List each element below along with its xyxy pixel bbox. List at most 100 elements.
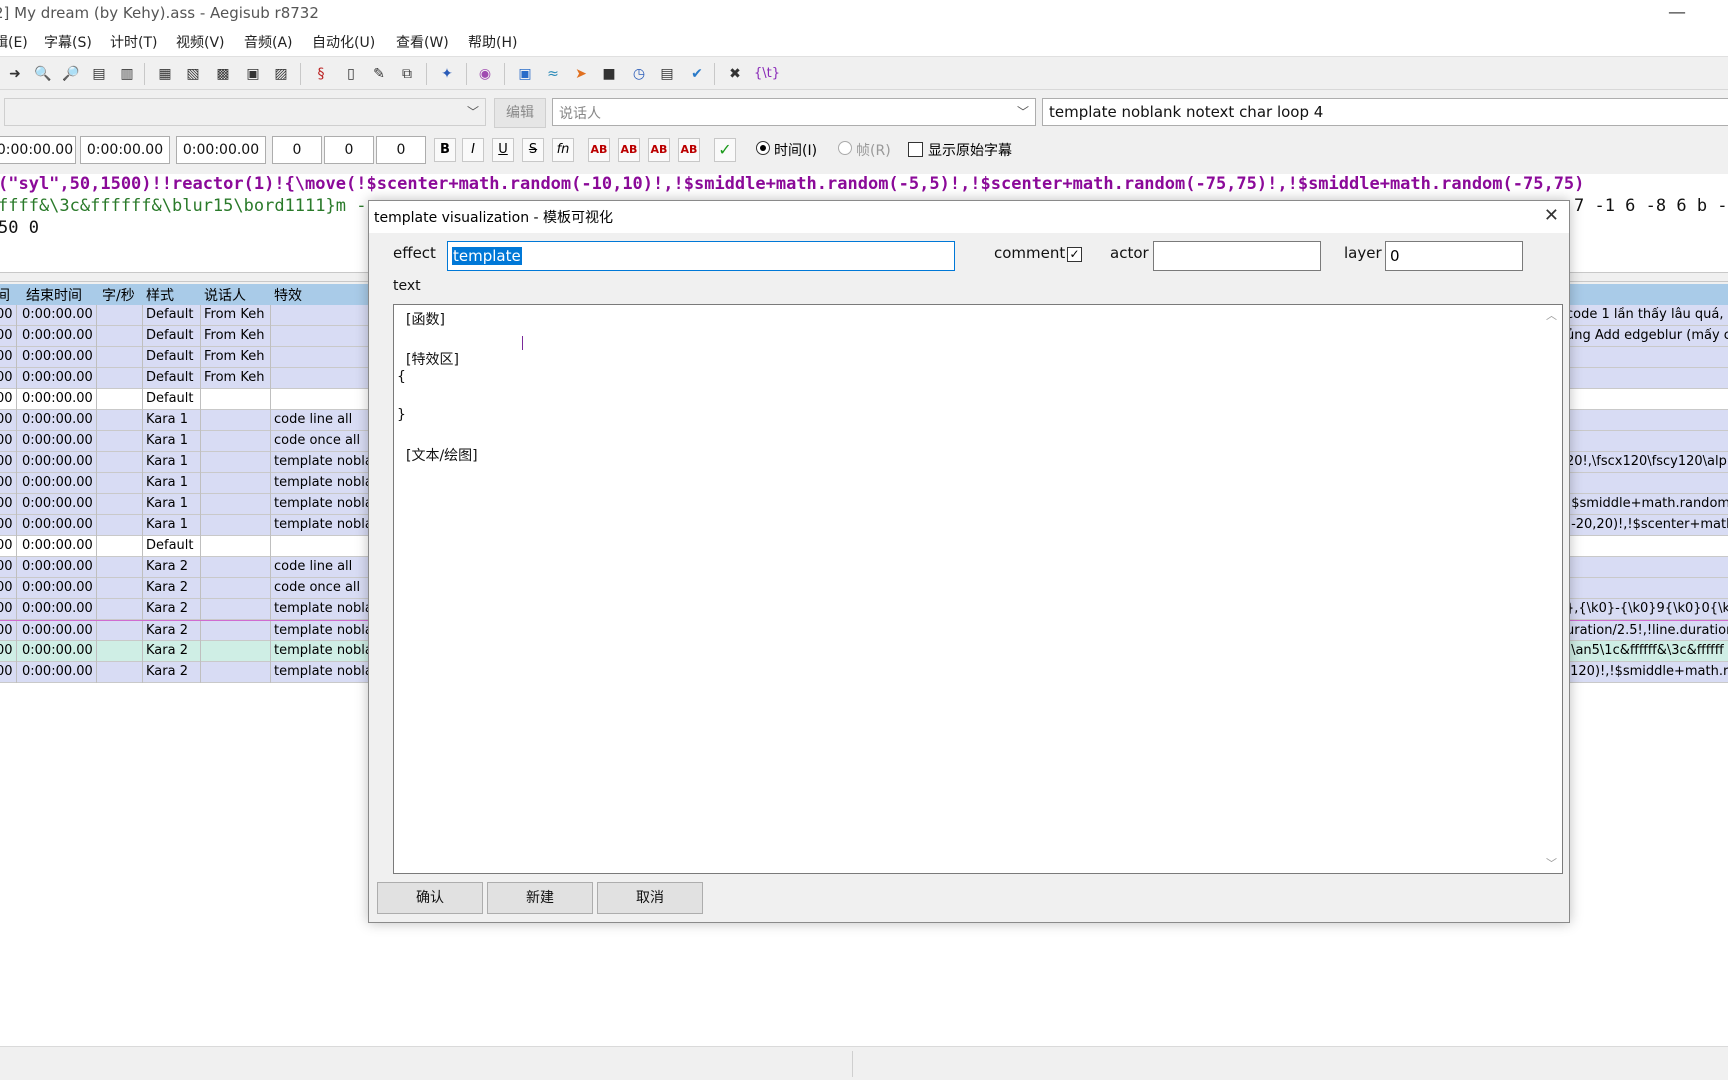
cell-end: 0:00:00.00 [22,517,93,532]
col-effect[interactable]: 特效 [274,285,302,305]
scroll-down-icon[interactable]: ﹀ [1546,855,1557,871]
cell-start: 00 [0,412,13,427]
col-actor[interactable]: 说话人 [204,285,246,305]
actor-input[interactable] [1153,241,1321,271]
minimize-button[interactable]: — [1668,2,1686,23]
toolbar: ➜ 🔍 🔎 ▤ ▥ ▦ ▧ ▩ ▣ ▨ § ▯ ✎ ⧉ ✦ ◉ ▣ ≈ ➤ ■ … [0,56,1728,90]
shadow-color-button[interactable]: AB [678,138,700,162]
check-icon[interactable]: ✔ [686,63,708,85]
jump-icon[interactable]: ➜ [4,63,26,85]
styles-icon[interactable]: ▦ [154,63,176,85]
col-style[interactable]: 样式 [146,285,174,305]
comment-checkbox[interactable]: ✓ [1067,247,1082,262]
cell-end: 0:00:00.00 [22,391,93,406]
frame-radio[interactable] [838,141,852,155]
copy-icon[interactable]: ▤ [88,63,110,85]
font-button[interactable]: fn [552,138,574,162]
properties-icon[interactable]: ▧ [182,63,204,85]
cell-effect: template noblar [274,643,370,658]
cell-effect: code once all [274,580,361,595]
find-icon[interactable]: 🔍 [32,63,54,85]
commit-button[interactable]: ✓ [714,138,736,162]
outline-color-button[interactable]: AB [648,138,670,162]
kanji-timer-icon[interactable]: ➤ [570,63,592,85]
time-radio[interactable] [756,141,770,155]
cell-start: 00 [0,370,13,385]
effect-input[interactable]: template [447,241,955,271]
select-lines-icon[interactable]: ▤ [656,63,678,85]
cell-start: 00 [0,517,13,532]
bold-button[interactable]: B [434,138,456,162]
dialog-title: template visualization - 模板可视化 [374,210,614,226]
automation-icon[interactable]: ✦ [436,63,458,85]
menu-audio[interactable]: 音频(A) [244,32,293,52]
confirm-button[interactable]: 确认 [377,882,483,914]
layer-input[interactable]: 0 [1385,241,1523,271]
margin-left-field[interactable]: 0 [272,136,322,164]
cell-effect: template noblar [274,601,370,616]
primary-color-button[interactable]: AB [588,138,610,162]
menu-subtitle[interactable]: 字幕(S) [44,32,92,52]
cell-text: },{\k0}-{\k0}9{\k0}0{\k0} [1566,601,1728,616]
spell-check-icon[interactable]: § [310,63,332,85]
edit-style-button[interactable]: 编辑 [494,98,546,128]
shift-times-icon[interactable]: ▣ [514,63,536,85]
actor-combo[interactable]: 说话人 ﹀ [552,98,1036,126]
text-scrollbar[interactable]: ︿ ﹀ [1542,305,1562,873]
menu-view[interactable]: 查看(W) [396,32,449,52]
cell-style: Default [146,328,194,343]
cell-actor: From Keh [204,370,265,385]
stop-icon[interactable]: ■ [598,63,620,85]
secondary-color-button[interactable]: AB [618,138,640,162]
assdraw-icon[interactable]: ◉ [474,63,496,85]
translation-icon[interactable]: ▯ [340,63,362,85]
cell-style: Kara 2 [146,580,188,595]
new-button[interactable]: 新建 [487,882,593,914]
start-time-field[interactable]: 0:00:00.00 [0,136,76,164]
options-icon[interactable]: ✖ [724,63,746,85]
cell-actor: From Keh [204,349,265,364]
status-bar [0,1046,1728,1080]
resolution-icon[interactable]: ▨ [270,63,292,85]
clock-icon[interactable]: ◷ [628,63,650,85]
cancel-button[interactable]: 取消 [597,882,703,914]
menu-timing[interactable]: 计时(T) [110,32,157,52]
cell-style: Default [146,349,194,364]
menu-video[interactable]: 视频(V) [176,32,225,52]
margin-vertical-field[interactable]: 0 [376,136,426,164]
strikeout-button[interactable]: S [522,138,544,162]
cell-end: 0:00:00.00 [22,433,93,448]
underline-button[interactable]: U [492,138,514,162]
style-combo[interactable]: ﹀ [4,98,486,126]
paste-icon[interactable]: ▥ [116,63,138,85]
show-original-checkbox[interactable] [908,142,923,157]
toggle-tags-icon[interactable]: {\t} [754,63,780,85]
text-line-functions: [函数] [406,312,445,328]
italic-button[interactable]: I [462,138,484,162]
end-time-field[interactable]: 0:00:00.00 [80,136,170,164]
template-text-area[interactable]: [函数] [特效区] { } [文本/绘图] ︿ ﹀ [393,304,1563,874]
menu-help[interactable]: 帮助(H) [468,32,517,52]
col-start[interactable]: 间 [0,285,10,305]
tag-icon[interactable]: ✎ [368,63,390,85]
resample-icon[interactable]: ⧉ [396,63,418,85]
menu-edit[interactable]: 辑(E) [0,32,28,52]
col-end[interactable]: 结束时间 [26,285,82,305]
find-next-icon[interactable]: 🔎 [60,63,82,85]
close-icon[interactable]: ✕ [1544,205,1559,226]
attachments-icon[interactable]: ▩ [212,63,234,85]
margin-right-field[interactable]: 0 [324,136,374,164]
cell-end: 0:00:00.00 [22,601,93,616]
fonts-icon[interactable]: ▣ [242,63,264,85]
cell-style: Kara 2 [146,643,188,658]
duration-field[interactable]: 0:00:00.00 [176,136,266,164]
cell-start: 00 [0,496,13,511]
menu-automation[interactable]: 自动化(U) [312,32,375,52]
effect-field[interactable]: template noblank notext char loop 4 [1042,98,1728,126]
cell-start: 00 [0,475,13,490]
timing-post-icon[interactable]: ≈ [542,63,564,85]
cell-start: 00 [0,623,13,638]
col-cps[interactable]: 字/秒 [102,285,135,305]
cell-end: 0:00:00.00 [22,328,93,343]
scroll-up-icon[interactable]: ︿ [1546,307,1557,323]
